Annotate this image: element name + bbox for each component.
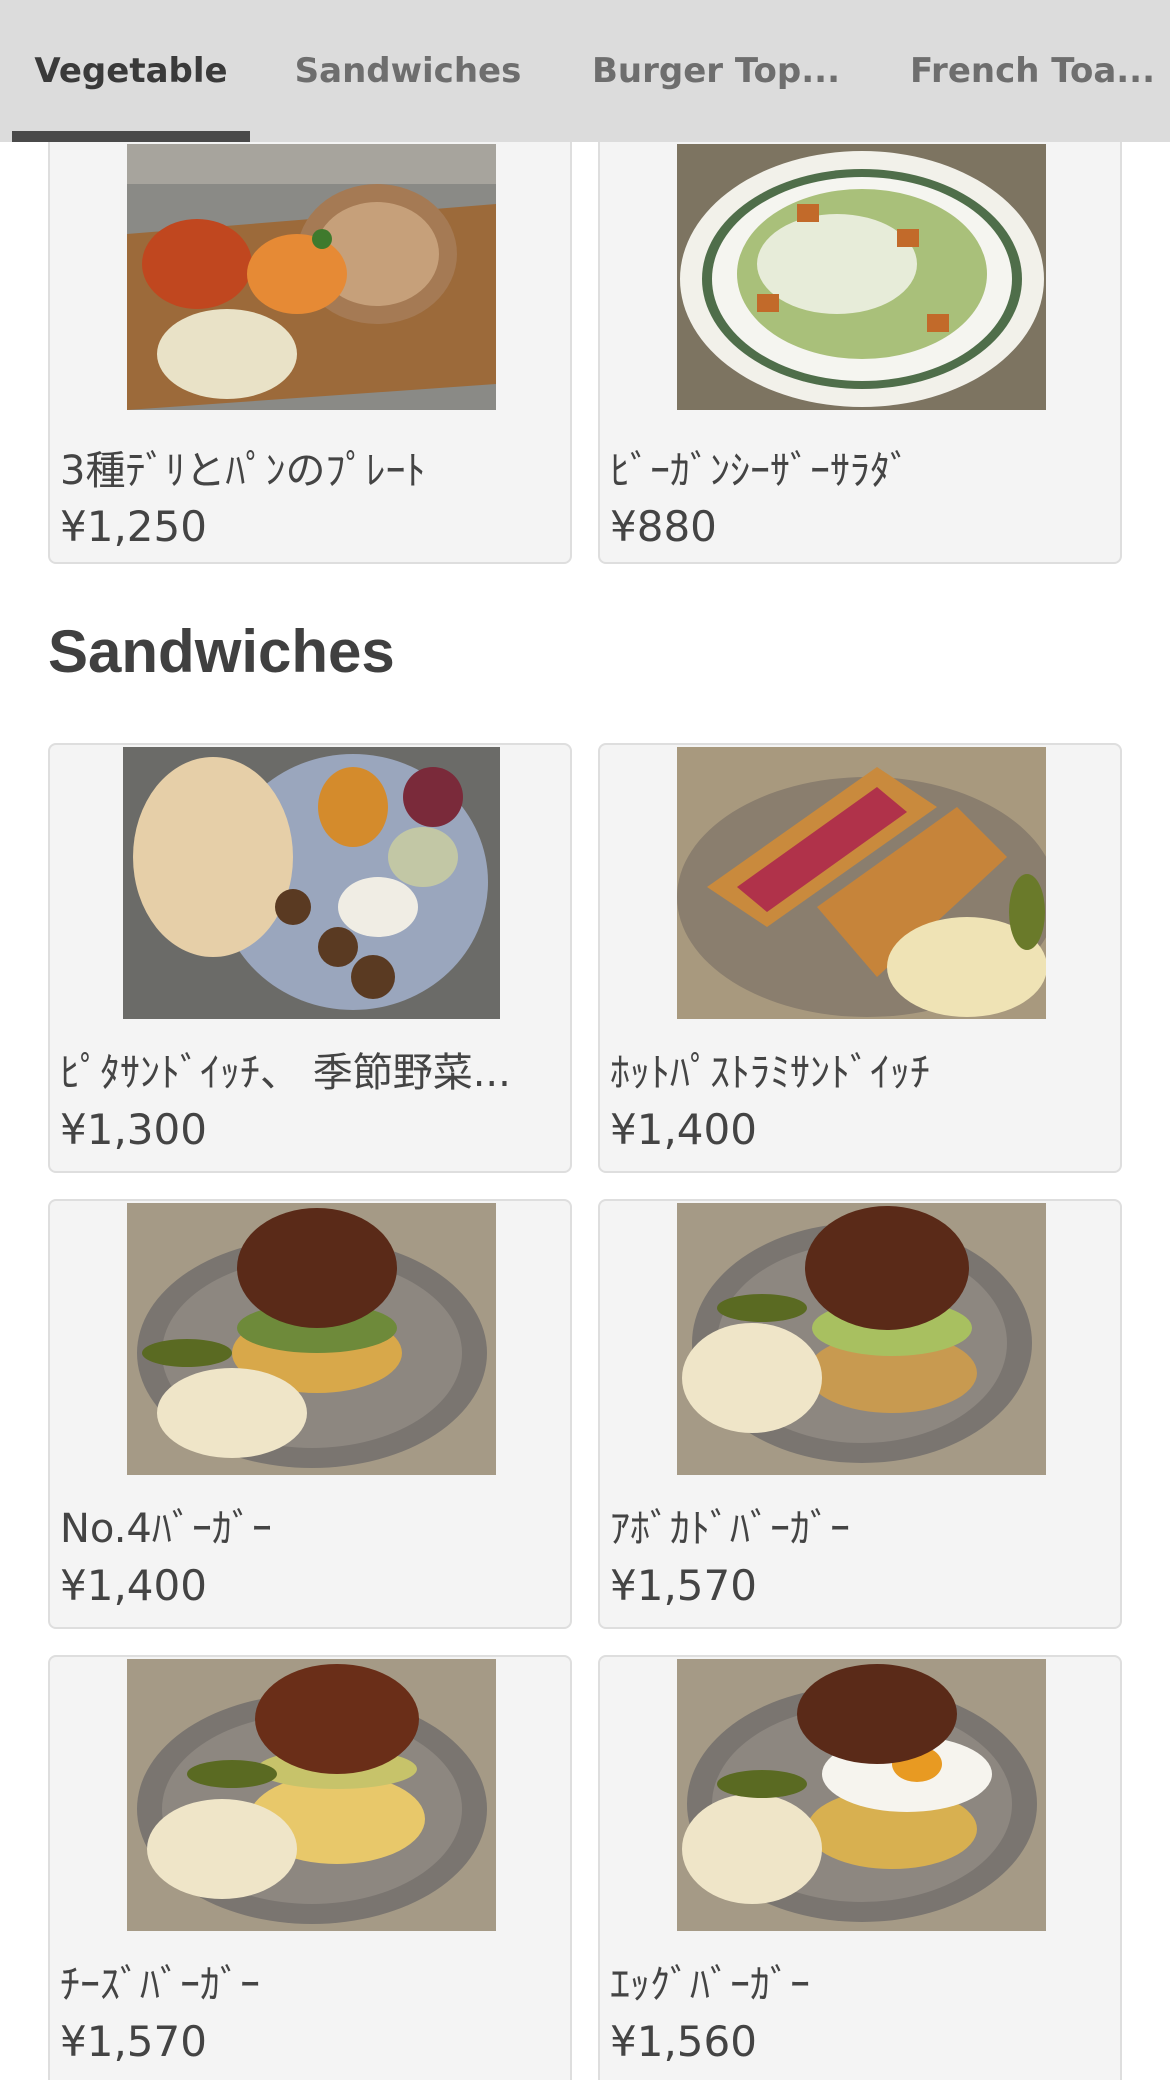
menu-item-card[interactable]: 3種ﾃﾞﾘとﾊﾟﾝのﾌﾟﾚｰﾄ ¥1,250 <box>48 90 572 564</box>
tab-sandwiches[interactable]: Sandwiches <box>278 0 538 142</box>
tab-vegetable[interactable]: Vegetable <box>12 0 250 142</box>
burger-image <box>127 1203 496 1475</box>
section-title-sandwiches: Sandwiches <box>48 618 395 685</box>
item-price: ¥1,570 <box>60 2017 207 2066</box>
cheese-burger-image <box>127 1659 496 1931</box>
menu-item-card[interactable]: ｱﾎﾞｶﾄﾞﾊﾞｰｶﾞｰ ¥1,570 <box>598 1199 1122 1629</box>
item-price: ¥1,400 <box>610 1105 757 1154</box>
item-price: ¥1,400 <box>60 1561 207 1610</box>
item-name: ｴｯｸﾞﾊﾞｰｶﾞｰ <box>610 1962 810 2008</box>
caesar-salad-image <box>677 144 1046 410</box>
deli-plate-image <box>127 144 496 410</box>
active-tab-indicator <box>12 131 250 142</box>
pita-plate-image <box>123 747 500 1019</box>
item-name: No.4ﾊﾞｰｶﾞｰ <box>60 1506 272 1552</box>
item-name: 3種ﾃﾞﾘとﾊﾟﾝのﾌﾟﾚｰﾄ <box>60 448 426 494</box>
category-tab-bar: Vegetable Sandwiches Burger Top... Frenc… <box>0 0 1170 142</box>
menu-item-card[interactable]: No.4ﾊﾞｰｶﾞｰ ¥1,400 <box>48 1199 572 1629</box>
avocado-burger-image <box>677 1203 1046 1475</box>
menu-item-card[interactable]: ｴｯｸﾞﾊﾞｰｶﾞｰ ¥1,560 <box>598 1655 1122 2080</box>
item-name: ﾎｯﾄﾊﾟｽﾄﾗﾐｻﾝﾄﾞｲｯﾁ <box>610 1050 930 1096</box>
menu-item-card[interactable]: ﾋﾞｰｶﾞﾝｼｰｻﾞｰｻﾗﾀﾞ ¥880 <box>598 90 1122 564</box>
egg-burger-image <box>677 1659 1046 1931</box>
item-price: ¥880 <box>610 502 717 551</box>
menu-item-card[interactable]: ﾎｯﾄﾊﾟｽﾄﾗﾐｻﾝﾄﾞｲｯﾁ ¥1,400 <box>598 743 1122 1173</box>
item-name: ｱﾎﾞｶﾄﾞﾊﾞｰｶﾞｰ <box>610 1506 850 1552</box>
item-name: ﾋﾞｰｶﾞﾝｼｰｻﾞｰｻﾗﾀﾞ <box>610 448 910 494</box>
pastrami-sandwich-image <box>677 747 1046 1019</box>
tab-burger-toppings[interactable]: Burger Top... <box>578 0 854 142</box>
item-price: ¥1,250 <box>60 502 207 551</box>
item-price: ¥1,570 <box>610 1561 757 1610</box>
menu-item-card[interactable]: ﾁｰｽﾞﾊﾞｰｶﾞｰ ¥1,570 <box>48 1655 572 2080</box>
item-name: ﾁｰｽﾞﾊﾞｰｶﾞｰ <box>60 1962 260 2008</box>
item-name: ﾋﾟﾀｻﾝﾄﾞｲｯﾁ、 季節野菜... <box>60 1050 511 1096</box>
tab-french-toast[interactable]: French Toa... <box>892 0 1170 142</box>
menu-item-card[interactable]: ﾋﾟﾀｻﾝﾄﾞｲｯﾁ、 季節野菜... ¥1,300 <box>48 743 572 1173</box>
item-price: ¥1,560 <box>610 2017 757 2066</box>
item-price: ¥1,300 <box>60 1105 207 1154</box>
